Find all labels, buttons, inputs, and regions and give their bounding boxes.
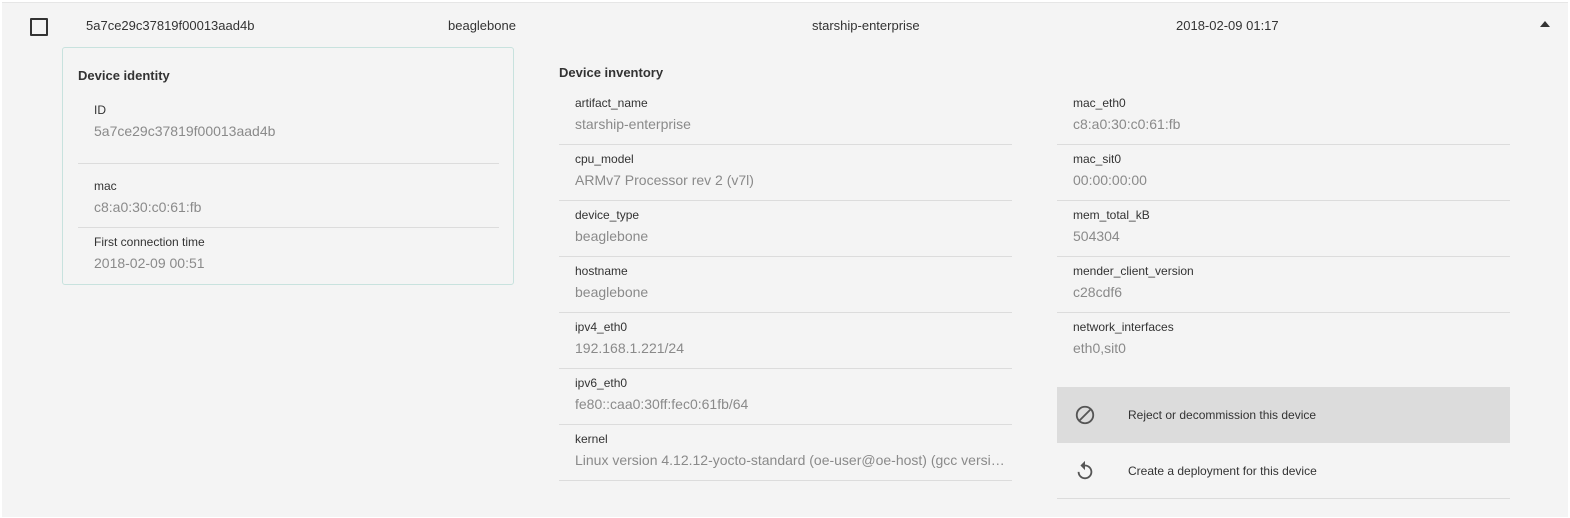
reject-decommission-label: Reject or decommission this device (1128, 408, 1317, 422)
inventory-key: ipv6_eth0 (575, 376, 628, 390)
device-select-checkbox[interactable] (30, 18, 48, 36)
device-type-cell: beaglebone (448, 18, 516, 33)
inventory-value: starship-enterprise (575, 116, 691, 132)
inventory-value: Linux version 4.12.12-yocto-standard (oe… (575, 452, 1005, 468)
inventory-key: hostname (575, 264, 628, 278)
collapse-arrow-icon[interactable] (1540, 21, 1550, 27)
inventory-key: cpu_model (575, 152, 634, 166)
inventory-value: eth0,sit0 (1073, 340, 1126, 356)
field-value: 2018-02-09 00:51 (94, 255, 205, 271)
inventory-key: ipv4_eth0 (575, 320, 628, 334)
field-value: c8:a0:30:c0:61:fb (94, 199, 202, 215)
inventory-item: artifact_name starship-enterprise (559, 89, 1012, 145)
inventory-key: mac_eth0 (1073, 96, 1126, 110)
inventory-key: kernel (575, 432, 608, 446)
device-identity-title: Device identity (78, 68, 170, 83)
last-checkin-cell: 2018-02-09 01:17 (1176, 18, 1279, 33)
inventory-item: device_type beaglebone (559, 201, 1012, 257)
identity-field-mac: mac c8:a0:30:c0:61:fb (78, 172, 499, 228)
inventory-key: network_interfaces (1073, 320, 1174, 334)
device-row-header[interactable]: 5a7ce29c37819f00013aad4b beaglebone star… (2, 3, 1568, 47)
inventory-value: 192.168.1.221/24 (575, 340, 684, 356)
inventory-value: beaglebone (575, 228, 649, 244)
inventory-value: ARMv7 Processor rev 2 (v7l) (575, 172, 754, 188)
field-value: 5a7ce29c37819f00013aad4b (94, 123, 276, 139)
inventory-value: c28cdf6 (1073, 284, 1123, 300)
inventory-key: mender_client_version (1073, 264, 1194, 278)
inventory-item: ipv4_eth0 192.168.1.221/24 (559, 313, 1012, 369)
device-identity-card: Device identity ID 5a7ce29c37819f00013aa… (62, 47, 514, 285)
artifact-name-cell: starship-enterprise (812, 18, 920, 33)
inventory-value: beaglebone (575, 284, 649, 300)
inventory-item: mac_sit0 00:00:00:00 (1057, 145, 1510, 201)
inventory-item: ipv6_eth0 fe80::caa0:30ff:fec0:61fb/64 (559, 369, 1012, 425)
block-icon (1074, 404, 1096, 426)
inventory-value: 00:00:00:00 (1073, 172, 1147, 188)
inventory-item: network_interfaces eth0,sit0 (1057, 313, 1510, 369)
field-key: ID (94, 103, 106, 117)
device-id-cell: 5a7ce29c37819f00013aad4b (86, 18, 255, 33)
identity-field-id: ID 5a7ce29c37819f00013aad4b (78, 96, 499, 164)
device-inventory-title: Device inventory (559, 65, 664, 80)
inventory-item: mender_client_version c28cdf6 (1057, 257, 1510, 313)
reject-decommission-button[interactable]: Reject or decommission this device (1057, 387, 1510, 443)
inventory-value: fe80::caa0:30ff:fec0:61fb/64 (575, 396, 749, 412)
identity-field-first-connection: First connection time 2018-02-09 00:51 (78, 228, 499, 284)
create-deployment-label: Create a deployment for this device (1128, 464, 1317, 478)
inventory-item: hostname beaglebone (559, 257, 1012, 313)
inventory-value: 504304 (1073, 228, 1120, 244)
create-deployment-button[interactable]: Create a deployment for this device (1057, 443, 1510, 499)
inventory-item: kernel Linux version 4.12.12-yocto-stand… (559, 425, 1012, 481)
inventory-key: artifact_name (575, 96, 648, 110)
replay-icon (1074, 460, 1096, 482)
inventory-value: c8:a0:30:c0:61:fb (1073, 116, 1181, 132)
field-key: First connection time (94, 235, 205, 249)
inventory-key: device_type (575, 208, 640, 222)
inventory-key: mac_sit0 (1073, 152, 1122, 166)
inventory-item: cpu_model ARMv7 Processor rev 2 (v7l) (559, 145, 1012, 201)
device-detail-panel: 5a7ce29c37819f00013aad4b beaglebone star… (2, 2, 1568, 517)
inventory-item: mem_total_kB 504304 (1057, 201, 1510, 257)
field-key: mac (94, 179, 117, 193)
inventory-item: mac_eth0 c8:a0:30:c0:61:fb (1057, 89, 1510, 145)
inventory-key: mem_total_kB (1073, 208, 1150, 222)
